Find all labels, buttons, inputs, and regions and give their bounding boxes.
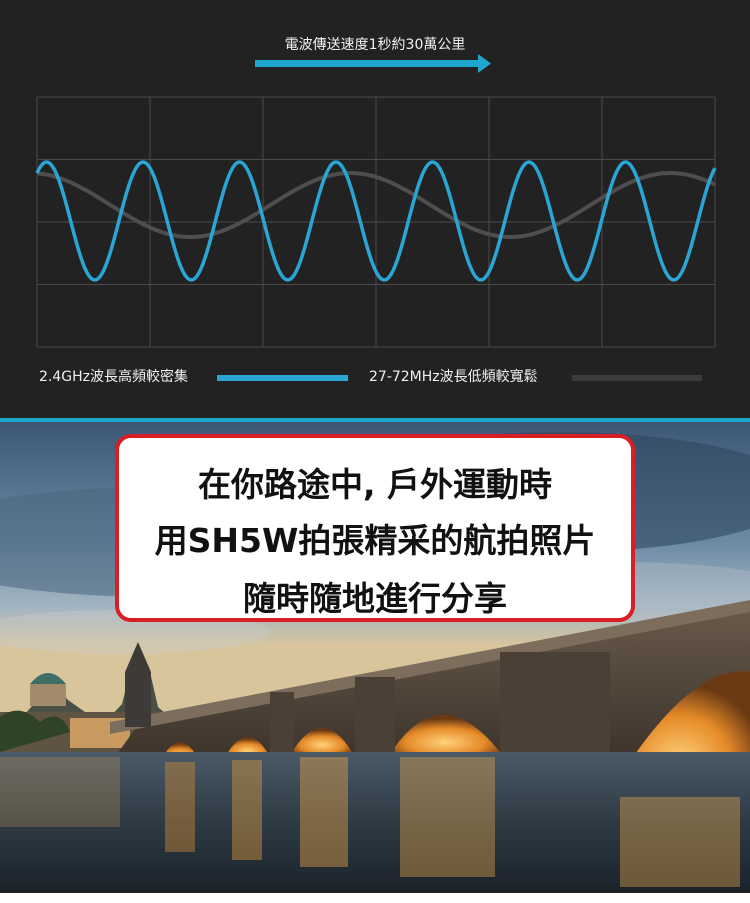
- legend-swatch-high-frequency: [217, 375, 348, 381]
- legend-label-high-frequency: 2.4GHz波長高頻較密集: [39, 369, 188, 385]
- wave-diagram: [35, 96, 717, 348]
- promo-callout: 在你路途中, 戶外運動時 用SH5W拍張精采的航拍照片 隨時隨地進行分享: [115, 434, 635, 622]
- bottom-margin: [0, 893, 750, 903]
- legend-swatch-low-frequency: [572, 375, 702, 381]
- callout-line-2: 用SH5W拍張精采的航拍照片: [154, 521, 596, 560]
- callout-line-1: 在你路途中, 戶外運動時: [197, 465, 553, 504]
- callout-line-3: 隨時隨地進行分享: [243, 579, 507, 618]
- legend-label-low-frequency: 27-72MHz波長低頻較寬鬆: [369, 369, 538, 385]
